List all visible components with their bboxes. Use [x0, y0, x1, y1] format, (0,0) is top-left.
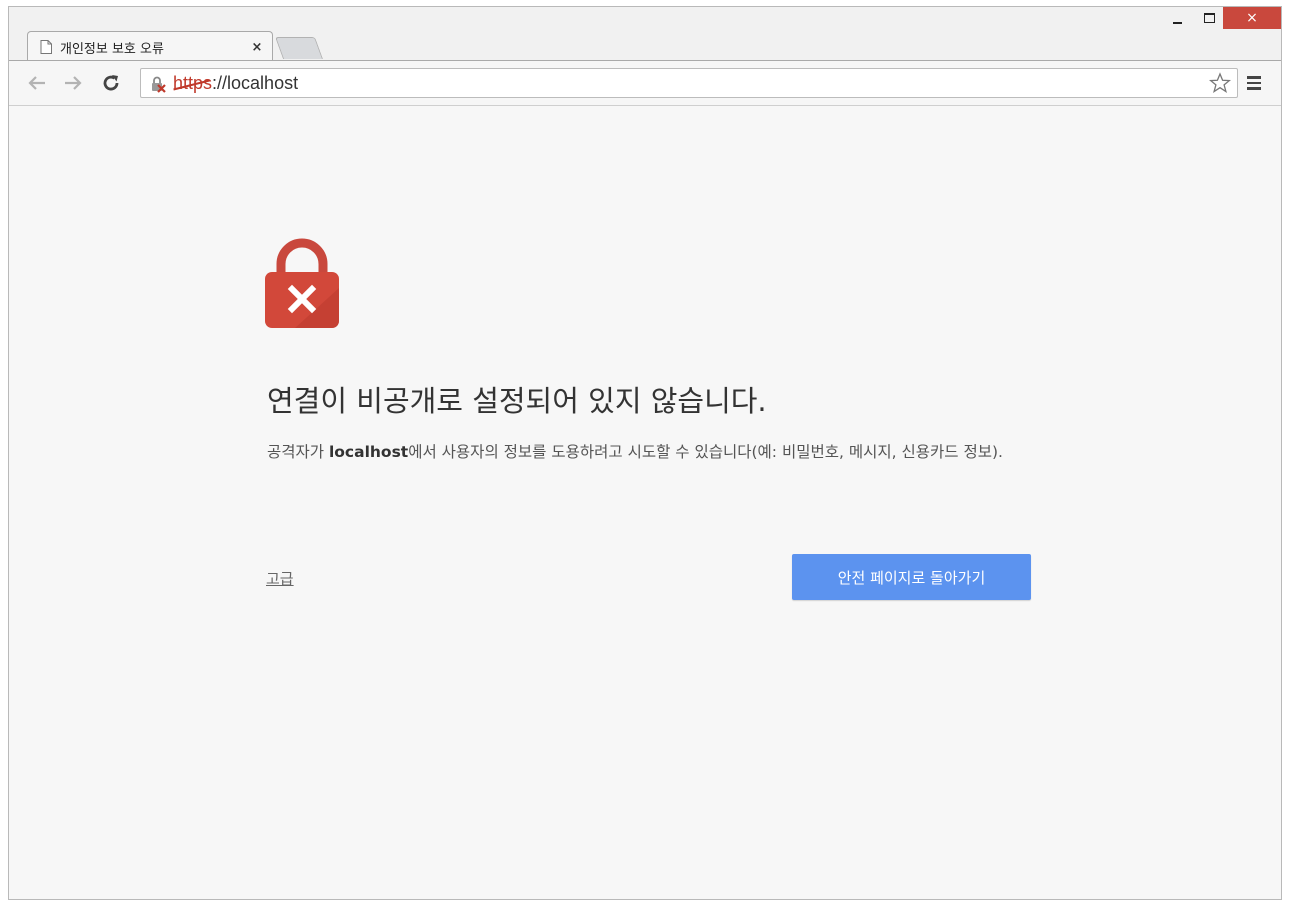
desc-host: localhost: [328, 443, 409, 461]
address-bar[interactable]: https://localhost: [140, 68, 1238, 98]
star-icon[interactable]: [1209, 72, 1231, 94]
page-icon: [40, 40, 52, 54]
error-heading: 연결이 비공개로 설정되어 있지 않습니다.: [267, 384, 767, 418]
toolbar: https://localhost: [9, 60, 1281, 106]
arrow-left-icon: [28, 76, 45, 90]
menu-icon[interactable]: [1247, 76, 1263, 92]
forward-button[interactable]: [61, 71, 85, 95]
url-host: ://localhost: [212, 73, 299, 93]
maximize-button[interactable]: [1195, 7, 1223, 29]
minimize-button[interactable]: [1163, 7, 1191, 29]
broken-lock-icon: [152, 76, 166, 93]
desc-prefix: 공격자가: [267, 443, 329, 461]
back-to-safety-button[interactable]: 안전 페이지로 돌아가기: [792, 554, 1031, 600]
reload-icon: [103, 75, 119, 91]
url-scheme: https: [173, 73, 213, 93]
close-icon: ×: [1246, 10, 1258, 26]
minimize-icon: [1172, 22, 1182, 24]
advanced-link[interactable]: 고급: [266, 568, 294, 589]
close-window-button[interactable]: ×: [1223, 7, 1281, 29]
tab-close-button[interactable]: ×: [250, 40, 264, 55]
desc-suffix: 에서 사용자의 정보를 도용하려고 시도할 수 있습니다(예: 비밀번호, 메시…: [408, 443, 1003, 461]
arrow-right-icon: [65, 76, 82, 90]
error-page: 연결이 비공개로 설정되어 있지 않습니다. 공격자가 localhost에서 …: [9, 106, 1281, 899]
tab-privacy-error[interactable]: 개인정보 보호 오류 ×: [27, 31, 273, 61]
reload-button[interactable]: [99, 71, 123, 95]
lock-error-icon: [265, 238, 339, 328]
browser-window: × 개인정보 보호 오류 × https://localhost 연결이 비공개…: [8, 6, 1282, 900]
url-text: https://localhost: [173, 73, 298, 94]
new-tab-button[interactable]: [274, 37, 324, 59]
error-description: 공격자가 localhost에서 사용자의 정보를 도용하려고 시도할 수 있습…: [267, 438, 1027, 466]
maximize-icon: [1203, 13, 1215, 23]
back-button[interactable]: [25, 71, 49, 95]
tab-title: 개인정보 보호 오류: [60, 41, 164, 57]
